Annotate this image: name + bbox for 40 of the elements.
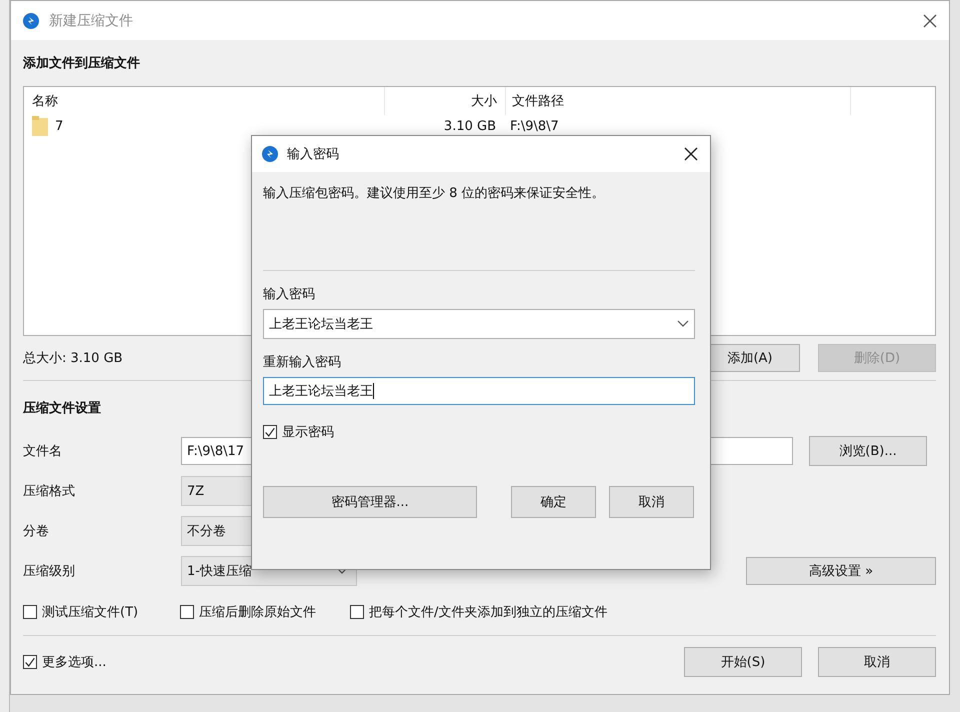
check-icon xyxy=(24,656,36,668)
dialog-button[interactable]: 开始(S) xyxy=(684,647,802,677)
show-password-checkbox[interactable]: 显示密码 xyxy=(263,423,695,441)
window-title: 新建压缩文件 xyxy=(49,12,133,30)
column-header[interactable]: 大小 xyxy=(385,87,506,115)
column-header[interactable]: 名称 xyxy=(24,87,385,115)
caret-icon xyxy=(677,320,689,328)
password-manager-button[interactable]: 密码管理器... xyxy=(263,486,477,518)
password-combo-field[interactable]: 上老王论坛当老王 xyxy=(263,309,695,339)
field-label: 压缩格式 xyxy=(23,483,76,500)
option-checkbox[interactable]: 测试压缩文件(T) xyxy=(23,603,180,621)
confirm-password-field[interactable]: 上老王论坛当老王 xyxy=(263,377,695,405)
advanced-settings-button[interactable]: 高级设置 » xyxy=(746,557,936,585)
dialog-button[interactable]: 取消 xyxy=(818,647,936,677)
more-options-checkbox[interactable]: 更多选项... xyxy=(23,653,106,671)
field-label: 分卷 xyxy=(23,523,50,540)
dialog-button[interactable]: 取消 xyxy=(609,486,694,518)
browse-button[interactable]: 浏览(B)... xyxy=(809,436,927,466)
field-label: 压缩级别 xyxy=(23,563,76,580)
file-size: 3.10 GB xyxy=(442,118,497,136)
close-icon[interactable] xyxy=(684,147,698,161)
field-label: 重新输入密码 xyxy=(263,354,342,371)
total-size: 总大小: 3.10 GB xyxy=(23,350,123,367)
section-heading: 添加文件到压缩文件 xyxy=(23,54,141,73)
section-heading: 压缩文件设置 xyxy=(23,400,102,418)
dialog-button[interactable]: 确定 xyxy=(511,486,596,518)
option-checkbox[interactable]: 把每个文件/文件夹添加到独立的压缩文件 xyxy=(350,603,608,621)
field-label: 文件名 xyxy=(23,443,63,460)
check-icon xyxy=(264,426,276,438)
column-header[interactable]: 文件路径 xyxy=(506,87,851,115)
file-path: F:\9\8\7 xyxy=(509,118,560,136)
dialog-title: 输入密码 xyxy=(287,146,339,163)
dialog-description: 输入压缩包密码。建议使用至少 8 位的密码来保证安全性。 xyxy=(263,185,606,203)
option-checkbox[interactable]: 压缩后删除原始文件 xyxy=(180,603,350,621)
app-icon xyxy=(262,146,278,162)
app-icon xyxy=(23,12,39,28)
close-icon[interactable] xyxy=(923,14,937,28)
folder-icon xyxy=(32,116,48,136)
field-label: 输入密码 xyxy=(263,286,316,303)
file-name[interactable]: 7 xyxy=(55,118,64,134)
